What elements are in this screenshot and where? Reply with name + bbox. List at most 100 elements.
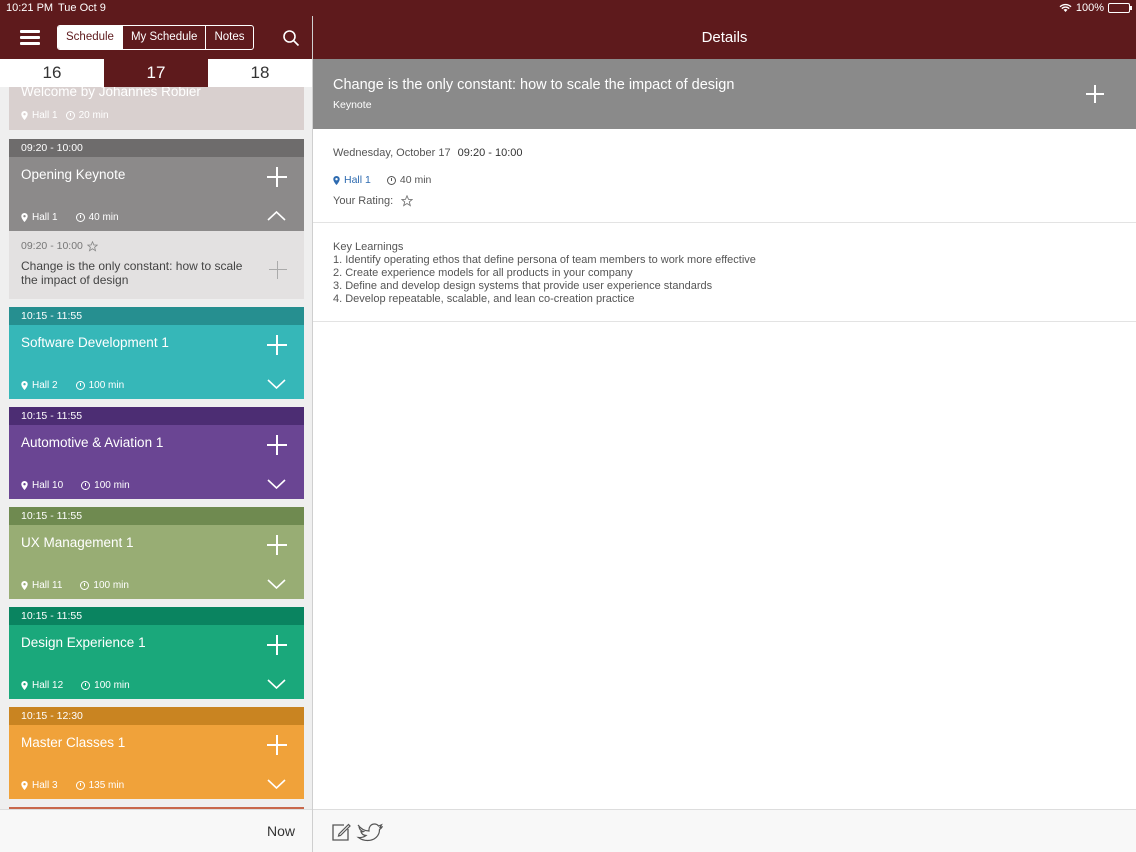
session-card-software-development[interactable]: 10:15 - 11:55 Software Development 1 Hal… — [9, 307, 304, 399]
session-hall: Hall 2 — [32, 380, 58, 391]
day-tab-18[interactable]: 18 — [208, 59, 312, 87]
status-date: Tue Oct 9 — [58, 2, 106, 14]
session-title: Automotive & Aviation 1 — [21, 435, 164, 450]
description-line: 4. Develop repeatable, scalable, and lea… — [333, 293, 635, 305]
chevron-down-icon[interactable] — [267, 679, 286, 689]
session-meta: Hall 1 20 min — [21, 110, 109, 121]
add-to-schedule-icon[interactable] — [1086, 85, 1104, 103]
description-text: Key Learnings 1. Identify operating etho… — [333, 241, 756, 306]
status-time: 10:21 PM — [6, 2, 54, 14]
segmented-control: Schedule My Schedule Notes — [57, 25, 254, 50]
plus-icon[interactable] — [267, 335, 287, 355]
status-right: 100% — [1059, 2, 1132, 14]
description-line: 1. Identify operating ethos that define … — [333, 254, 756, 266]
session-card-automotive-aviation[interactable]: 10:15 - 11:55 Automotive & Aviation 1 Ha… — [9, 407, 304, 499]
chevron-down-icon[interactable] — [267, 779, 286, 789]
session-duration: 135 min — [88, 780, 125, 791]
clock-icon — [75, 381, 85, 390]
star-outline-icon[interactable] — [401, 195, 414, 207]
map-pin-icon — [21, 781, 28, 790]
compose-icon[interactable] — [331, 822, 351, 842]
clock-icon — [75, 781, 85, 790]
session-card-master-classes[interactable]: 10:15 - 12:30 Master Classes 1 Hall 3 13… — [9, 707, 304, 799]
session-card-design-experience[interactable]: 10:15 - 11:55 Design Experience 1 Hall 1… — [9, 607, 304, 699]
day-tab-17[interactable]: 17 — [104, 59, 208, 87]
session-time: 10:15 - 11:55 — [9, 607, 304, 625]
menu-icon[interactable] — [20, 30, 40, 45]
detail-type: Keynote — [333, 99, 372, 111]
battery-icon — [1108, 3, 1132, 13]
clock-icon — [80, 581, 90, 590]
session-time: 09:20 - 10:00 — [9, 139, 304, 157]
twitter-bird-icon[interactable] — [356, 821, 383, 842]
session-hall: Hall 10 — [32, 480, 64, 491]
clock-icon — [386, 175, 396, 185]
plus-icon[interactable] — [267, 735, 287, 755]
map-pin-icon — [21, 381, 28, 390]
description-line: 2. Create experience models for all prod… — [333, 267, 633, 279]
session-duration: 100 min — [93, 580, 129, 591]
segment-schedule[interactable]: Schedule — [58, 26, 122, 49]
session-title: Design Experience 1 — [21, 635, 146, 650]
session-hall: Hall 1 — [32, 110, 58, 121]
session-hall: Hall 1 — [32, 212, 58, 223]
session-card-ux-management[interactable]: 10:15 - 11:55 UX Management 1 Hall 11 10… — [9, 507, 304, 599]
clock-icon — [81, 681, 91, 690]
plus-icon[interactable] — [267, 435, 287, 455]
session-hall: Hall 12 — [32, 680, 64, 691]
rating-label: Your Rating: — [333, 195, 394, 207]
plus-icon[interactable] — [269, 261, 287, 279]
session-title: Software Development 1 — [21, 335, 169, 350]
detail-time: 09:20 - 10:00 — [457, 147, 523, 159]
day-tab-16[interactable]: 16 — [0, 59, 104, 87]
sub-session-title: Change is the only constant: how to scal… — [21, 259, 243, 287]
sub-session-item[interactable]: 09:20 - 10:00 Change is the only constan… — [9, 231, 304, 299]
pane-divider — [312, 0, 313, 852]
detail-rating: Your Rating: — [333, 195, 414, 207]
session-time: 10:15 - 11:55 — [9, 507, 304, 525]
chevron-down-icon[interactable] — [267, 579, 286, 589]
chevron-down-icon[interactable] — [267, 379, 286, 389]
plus-icon[interactable] — [267, 635, 287, 655]
plus-icon[interactable] — [267, 167, 287, 187]
status-bar: 10:21 PM Tue Oct 9 100% — [0, 0, 1136, 16]
star-outline-icon[interactable] — [86, 240, 98, 252]
session-card-welcome[interactable]: Welcome by Johannes Robier Hall 1 20 min — [9, 87, 304, 130]
chevron-up-icon[interactable] — [267, 211, 286, 221]
detail-hall-link[interactable]: Hall 1 — [344, 174, 371, 186]
session-meta: Hall 3 135 min — [21, 780, 124, 791]
chevron-down-icon[interactable] — [267, 479, 286, 489]
clock-icon — [75, 213, 85, 222]
session-meta: Hall 12 100 min — [21, 680, 130, 691]
session-list[interactable]: Welcome by Johannes Robier Hall 1 20 min… — [0, 87, 312, 809]
search-icon[interactable] — [282, 29, 300, 47]
wifi-icon — [1059, 3, 1072, 12]
session-meta: Hall 1 40 min — [21, 212, 119, 223]
detail-hero: Change is the only constant: how to scal… — [313, 59, 1136, 129]
session-card-opening-keynote[interactable]: 09:20 - 10:00 Opening Keynote Hall 1 40 … — [9, 139, 304, 231]
detail-info: Wednesday, October 17 09:20 - 10:00 Hall… — [313, 129, 1136, 223]
session-duration: 100 min — [88, 380, 125, 391]
detail-footer — [313, 809, 1136, 852]
clock-icon — [65, 111, 75, 120]
segment-notes[interactable]: Notes — [205, 26, 252, 49]
segment-my-schedule[interactable]: My Schedule — [121, 26, 205, 49]
description-line: Key Learnings — [333, 241, 404, 253]
left-footer: Now — [0, 809, 312, 852]
clock-icon — [81, 481, 91, 490]
day-tabs: 16 17 18 — [0, 59, 312, 87]
detail-description: Key Learnings 1. Identify operating etho… — [313, 223, 1136, 322]
session-meta: Hall 2 100 min — [21, 380, 124, 391]
map-pin-icon — [21, 581, 28, 590]
sub-session-time-row: 09:20 - 10:00 — [21, 240, 98, 252]
session-meta: Hall 11 100 min — [21, 580, 129, 591]
now-button[interactable]: Now — [267, 823, 295, 839]
map-pin-icon — [21, 213, 28, 222]
detail-datetime: Wednesday, October 17 09:20 - 10:00 — [333, 147, 523, 159]
session-hall: Hall 3 — [32, 780, 58, 791]
session-title: UX Management 1 — [21, 535, 134, 550]
map-pin-icon — [333, 175, 340, 185]
map-pin-icon — [21, 111, 28, 120]
plus-icon[interactable] — [267, 535, 287, 555]
detail-date: Wednesday, October 17 — [333, 147, 451, 159]
